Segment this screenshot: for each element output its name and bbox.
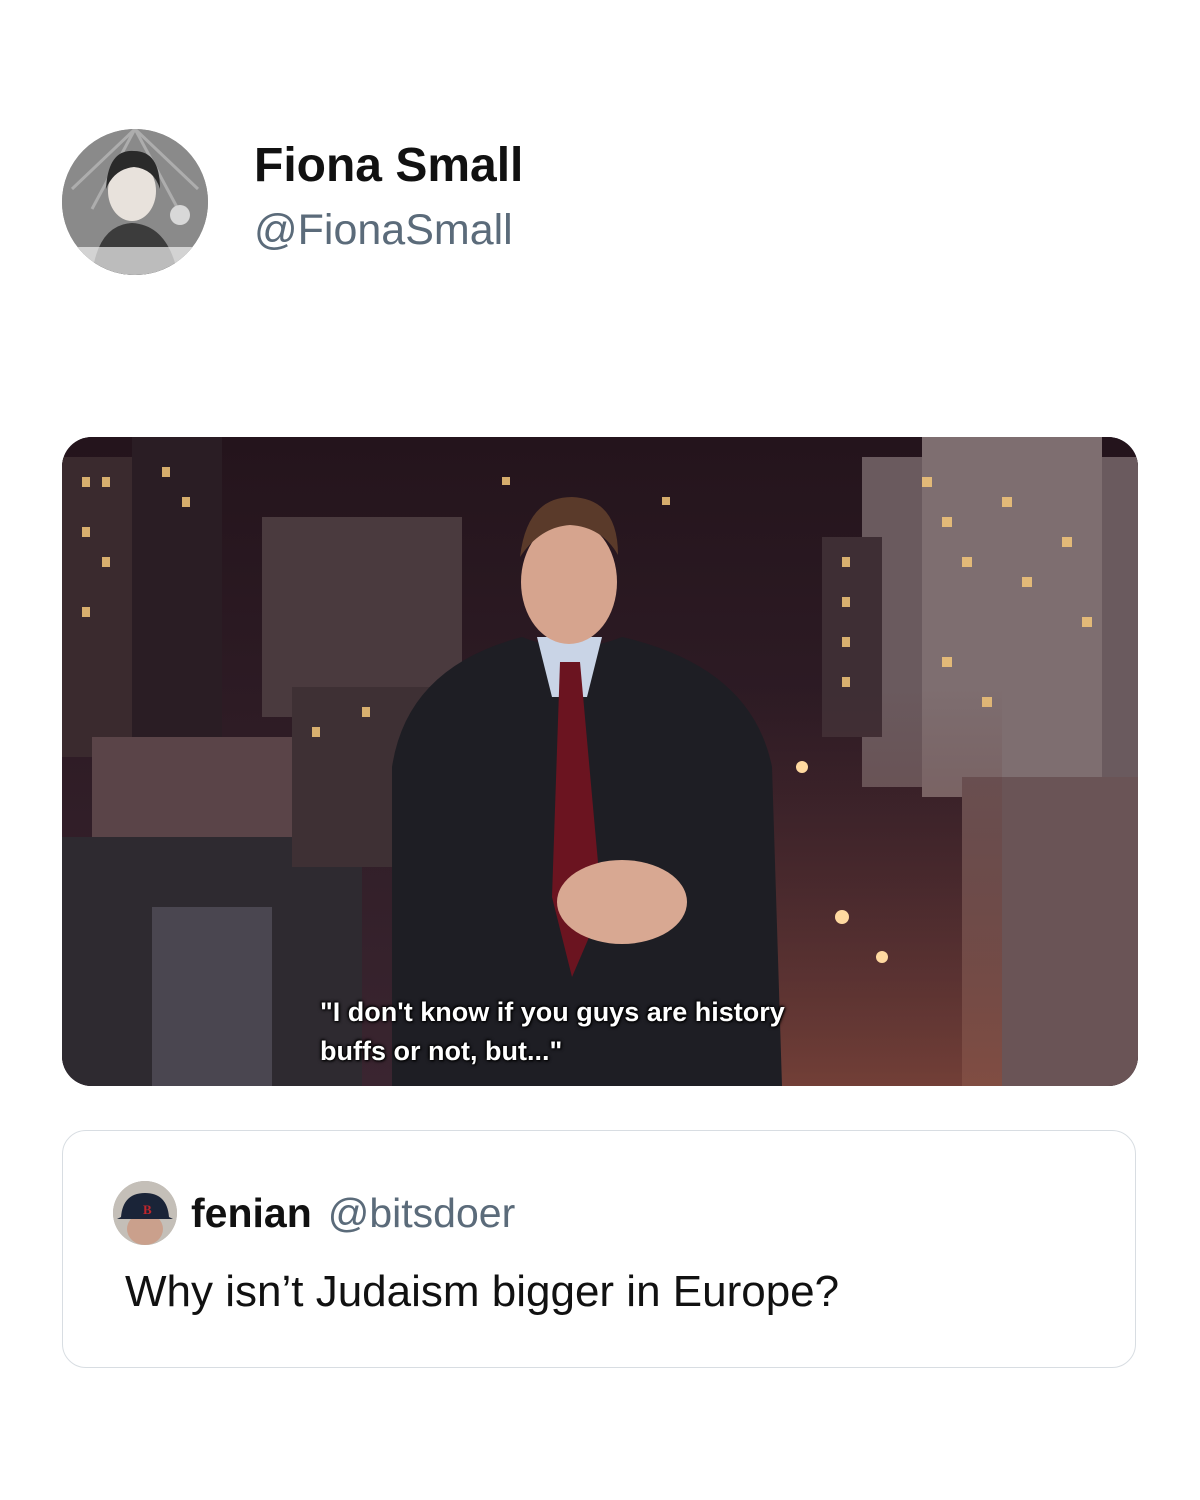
author-avatar[interactable]: [62, 129, 208, 275]
caption-line-1: "I don't know if you guys are history: [320, 997, 785, 1027]
tweet-media[interactable]: "I don't know if you guys are history bu…: [62, 437, 1138, 1086]
quoted-author-handle[interactable]: @bitsdoer: [328, 1190, 515, 1237]
quoted-avatar-photo: B: [113, 1181, 177, 1245]
quoted-tweet-text: Why isn’t Judaism bigger in Europe?: [125, 1267, 840, 1316]
media-caption: "I don't know if you guys are history bu…: [320, 993, 940, 1071]
tweet-header: Fiona Small @FionaSmall: [62, 129, 523, 275]
quoted-tweet[interactable]: B fenian @bitsdoer Why isn’t Judaism big…: [62, 1130, 1136, 1368]
author-display-name[interactable]: Fiona Small: [254, 138, 523, 194]
media-image: [62, 437, 1138, 1086]
quoted-tweet-header: B fenian @bitsdoer: [113, 1181, 515, 1245]
svg-text:B: B: [143, 1202, 152, 1217]
quoted-author-avatar[interactable]: B: [113, 1181, 177, 1245]
author-names: Fiona Small @FionaSmall: [254, 138, 523, 258]
caption-line-2: buffs or not, but...": [320, 1036, 563, 1066]
avatar-photo: [62, 129, 208, 275]
quoted-author-display-name[interactable]: fenian: [191, 1190, 312, 1237]
author-handle[interactable]: @FionaSmall: [254, 202, 523, 258]
